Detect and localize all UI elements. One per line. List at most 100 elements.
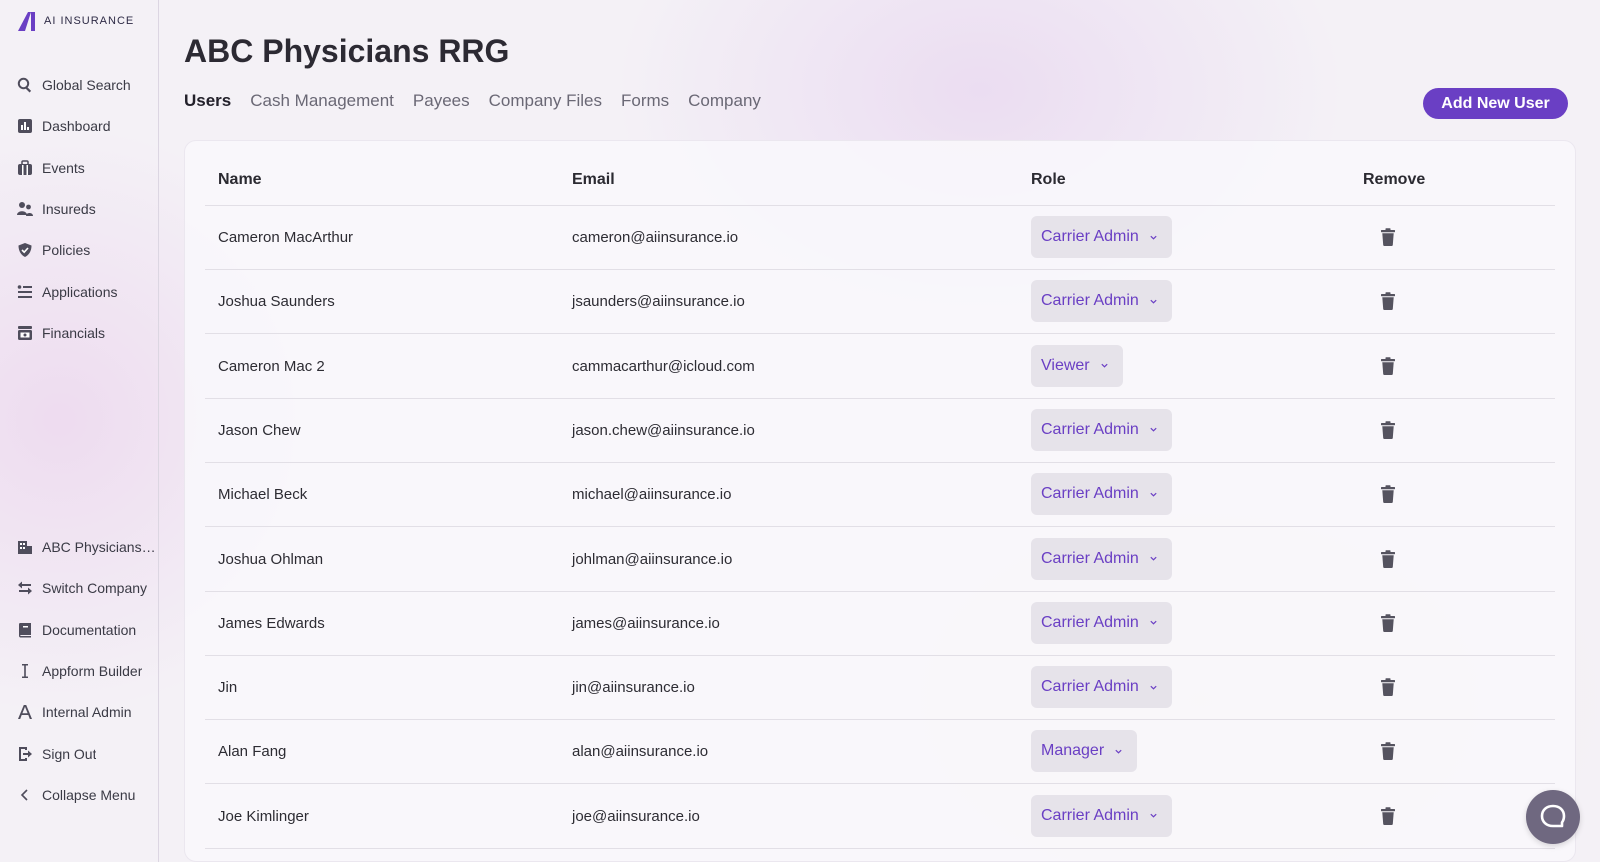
role-select[interactable]: Carrier Admin [1031,794,1172,837]
column-header-name: Name [218,171,262,188]
sidebar-item-switch-company[interactable]: Switch Company [16,576,156,600]
sidebar-item-documentation[interactable]: Documentation [16,618,156,642]
tab-forms[interactable]: Forms [621,91,669,111]
trash-icon[interactable] [1380,485,1396,504]
trash-icon[interactable] [1380,356,1396,375]
sign-out-icon [16,745,33,762]
user-email: joe@aiinsurance.io [572,807,700,825]
users-icon [16,200,33,217]
tab-cash-management[interactable]: Cash Management [250,91,394,111]
sidebar-item-insureds[interactable]: Insureds [16,197,156,221]
role-select[interactable]: Viewer [1031,344,1123,387]
role-select[interactable]: Carrier Admin [1031,216,1172,258]
sidebar-item-events[interactable]: Events [16,156,156,180]
table-row: Alan Fang alan@aiinsurance.io Manager [205,720,1555,785]
sidebar-item-collapse-menu[interactable]: Collapse Menu [16,783,156,807]
role-select[interactable]: Carrier Admin [1031,473,1172,516]
user-email: cameron@aiinsurance.io [572,229,739,246]
calendar-icon [16,159,33,176]
tab-company-files[interactable]: Company Files [489,91,602,111]
sidebar-item-label: Dashboard [42,118,111,135]
user-email: alan@aiinsurance.io [572,743,709,761]
sidebar-item-policies[interactable]: Policies [16,238,156,262]
role-select[interactable]: Carrier Admin [1031,601,1172,644]
trash-icon[interactable] [1380,614,1396,632]
role-select[interactable]: Carrier Admin [1031,666,1172,709]
search-icon [16,77,33,94]
trash-icon[interactable] [1380,421,1396,439]
chevron-down-icon [1101,363,1108,368]
trash-icon[interactable] [1380,549,1396,568]
chevron-down-icon [1150,492,1157,497]
role-value: Carrier Admin [1041,485,1139,503]
chevron-down-icon [1115,749,1122,754]
logo-mark-icon [18,12,35,31]
role-select[interactable]: Carrier Admin [1031,280,1172,323]
trash-icon[interactable] [1380,228,1396,246]
column-header-role: Role [1031,171,1066,188]
role-value: Carrier Admin [1041,678,1139,696]
user-name: James Edwards [218,614,325,632]
user-name: Alan Fang [218,743,287,761]
sidebar-item-dashboard[interactable]: Dashboard [16,114,156,138]
table-header: Name Email Role Remove [205,141,1555,206]
sidebar-item-label: Internal Admin [42,704,132,721]
sidebar-item-financials[interactable]: Financials [16,321,156,345]
user-name: Michael Beck [218,486,308,504]
trash-icon[interactable] [1380,292,1396,311]
user-email: james@aiinsurance.io [572,614,720,632]
chevron-down-icon [1150,235,1157,240]
trash-icon[interactable] [1380,742,1396,761]
app-logo[interactable]: AI INSURANCE [16,10,134,32]
tab-company[interactable]: Company [688,91,761,111]
sidebar-item-sign-out[interactable]: Sign Out [16,742,156,766]
table-row: Michael Beck michael@aiinsurance.io Carrie… [205,463,1555,528]
role-value: Carrier Admin [1041,806,1139,824]
user-name: Joe Kimlinger [218,807,309,825]
role-value: Carrier Admin [1041,613,1139,631]
role-select[interactable]: Carrier Admin [1031,537,1172,580]
chevron-down-icon [1150,556,1157,561]
user-email: johlman@aiinsurance.io [572,550,733,568]
sidebar-item-abc-physicians-rrg[interactable]: ABC Physicians RRG [16,535,156,559]
role-value: Viewer [1041,356,1090,374]
sidebar-item-label: Applications [42,283,118,300]
column-header-email: Email [572,171,615,188]
sidebar-item-label: Insureds [42,200,96,217]
role-select[interactable]: Carrier Admin [1031,408,1172,451]
sidebar-item-internal-admin[interactable]: Internal Admin [16,700,156,724]
trash-icon[interactable] [1380,678,1396,697]
tab-payees[interactable]: Payees [413,91,470,111]
user-email: michael@aiinsurance.io [572,486,732,504]
user-name: Cameron Mac 2 [218,357,325,375]
add-new-user-button[interactable]: Add New User [1423,88,1568,119]
user-email: cammacarthur@icloud.com [572,357,755,375]
sidebar-item-applications[interactable]: Applications [16,280,156,304]
list-icon [16,283,33,300]
book-icon [16,621,33,638]
sidebar-item-label: Financials [42,324,106,341]
role-value: Carrier Admin [1041,549,1139,567]
sidebar-item-label: Global Search [42,77,131,93]
column-header-remove: Remove [1363,171,1426,188]
trash-icon[interactable] [1380,806,1396,825]
chevron-down-icon [1150,685,1157,690]
text-cursor-icon [16,662,33,679]
sidebar-item-label: Documentation [42,621,137,638]
chat-support-button[interactable] [1526,790,1580,844]
chevron-down-icon [1150,299,1157,304]
user-email: jin@aiinsurance.io [572,679,695,697]
table-row: Cameron Mac 2 cammacarthur@icloud.com View… [205,335,1555,399]
letter-a-icon [16,704,33,721]
user-name: Jin [218,679,238,697]
tab-users[interactable]: Users [184,91,231,111]
page-title: ABC Physicians RRG [184,33,510,69]
cash-register-icon [16,324,33,341]
sidebar-item-label: Sign Out [42,745,97,762]
chevron-left-icon [16,786,33,803]
sidebar-item-label: Policies [42,242,91,259]
sidebar-item-global-search[interactable]: Global Search [16,73,156,97]
chevron-down-icon [1150,621,1157,625]
sidebar-item-appform-builder[interactable]: Appform Builder [16,659,156,683]
role-select[interactable]: Manager [1031,730,1138,773]
